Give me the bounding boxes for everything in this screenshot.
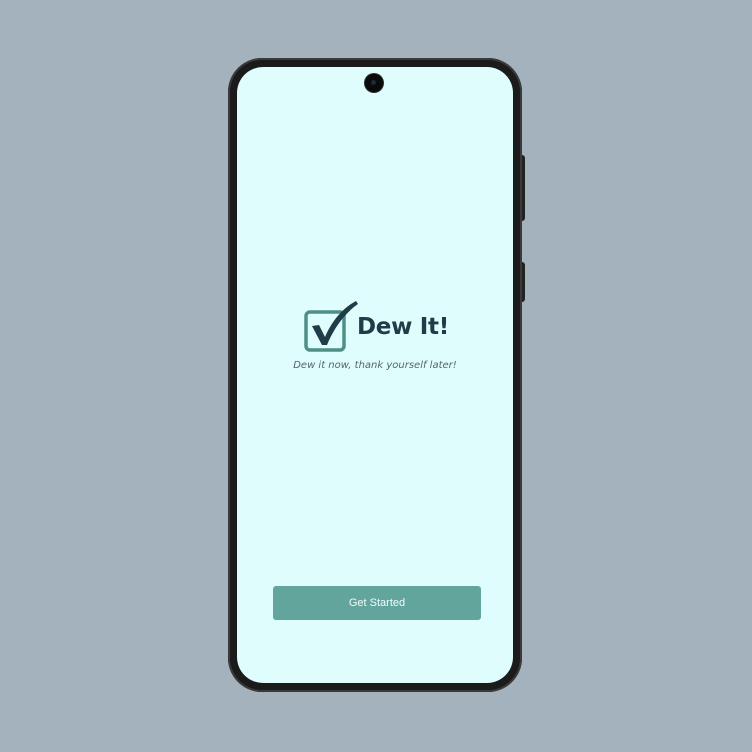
device-mockup: Dew It! Dew it now, thank yourself later… <box>0 0 752 752</box>
app-title: Dew It! <box>357 314 449 340</box>
get-started-button[interactable]: Get Started <box>273 586 481 620</box>
phone-frame: Dew It! Dew it now, thank yourself later… <box>228 58 522 692</box>
checkbox-check-icon <box>304 301 358 352</box>
front-camera <box>365 74 383 92</box>
brand-lockup: Dew It! <box>303 299 453 355</box>
tagline: Dew it now, thank yourself later! <box>293 360 457 371</box>
app-screen: Dew It! Dew it now, thank yourself later… <box>237 67 513 683</box>
